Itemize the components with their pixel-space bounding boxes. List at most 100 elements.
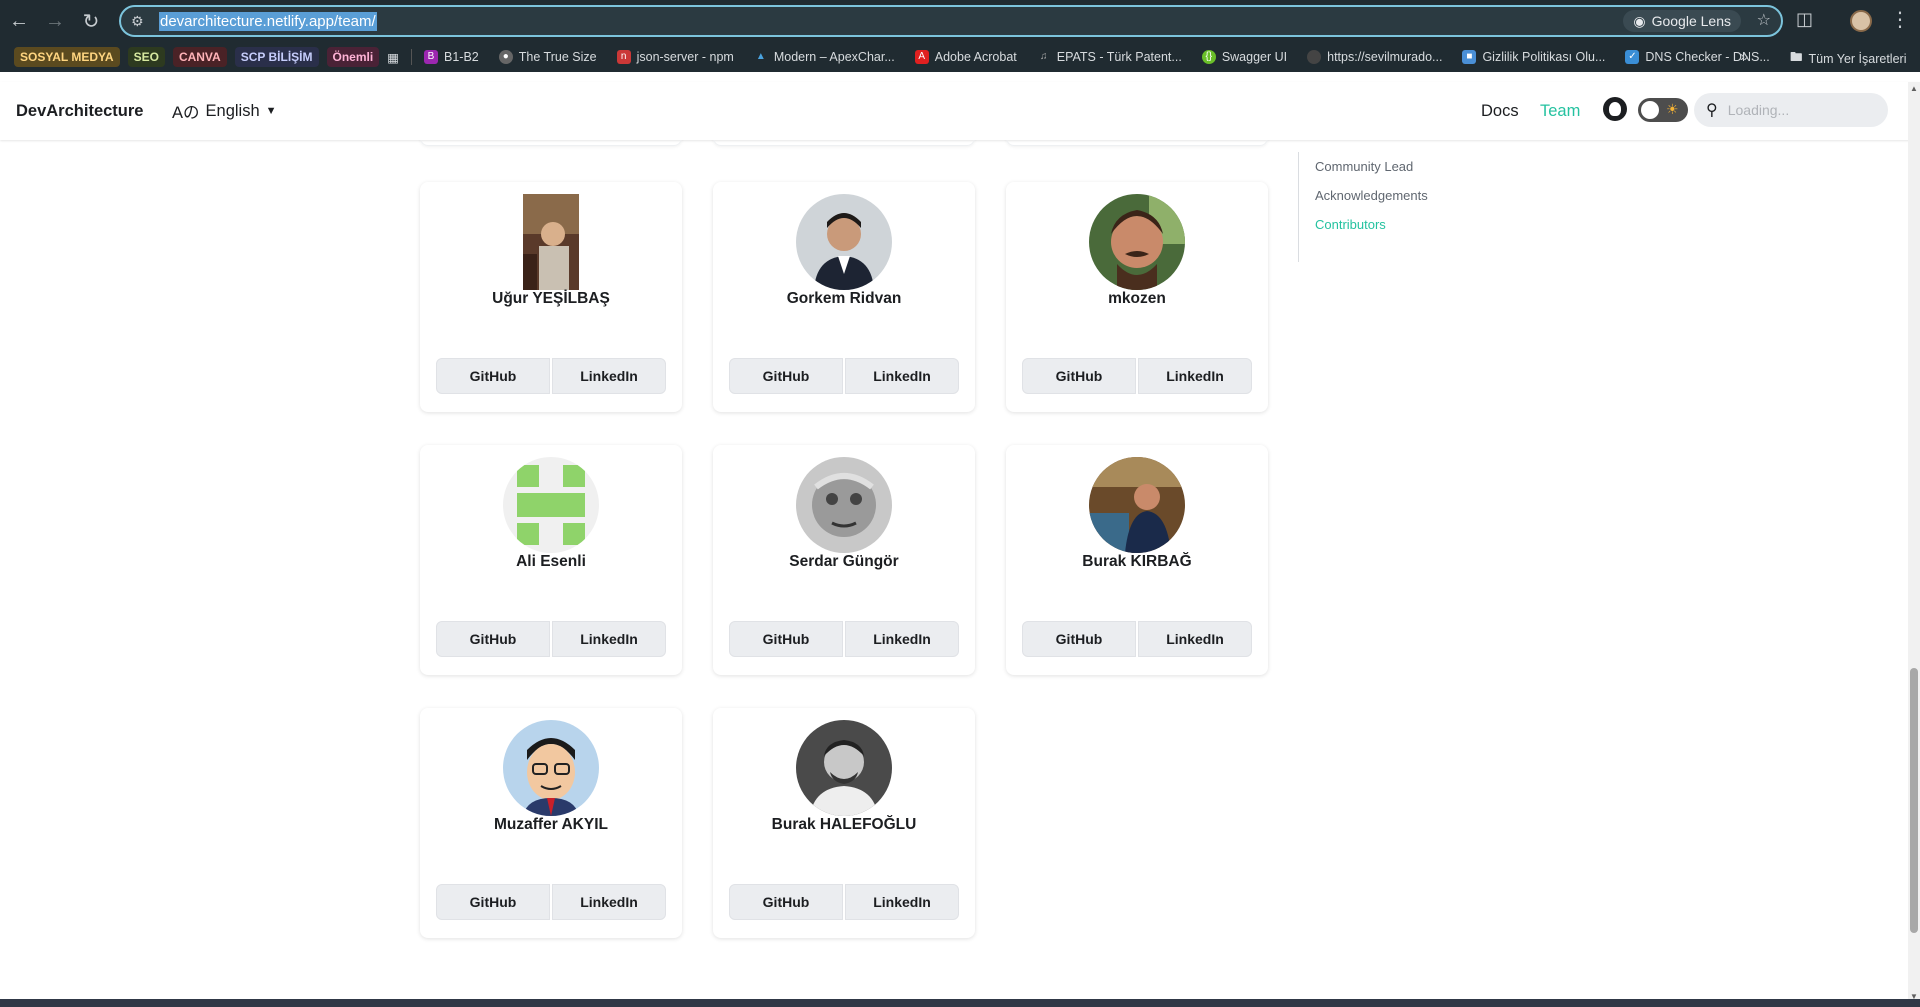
contributor-links: GitHub LinkedIn: [436, 621, 666, 657]
bookmark-item[interactable]: A Adobe Acrobat: [914, 50, 1017, 64]
github-button[interactable]: GitHub: [436, 884, 550, 920]
menu-dots-icon[interactable]: ⋮: [1890, 7, 1910, 32]
linkedin-button[interactable]: LinkedIn: [552, 358, 666, 394]
github-button[interactable]: GitHub: [729, 621, 843, 657]
more-bookmarks-icon[interactable]: »: [1740, 48, 1748, 65]
apps-grid-icon[interactable]: ▦: [387, 50, 399, 65]
nav-team-link[interactable]: Team: [1540, 102, 1580, 121]
contributor-links: GitHub LinkedIn: [1022, 358, 1252, 394]
avatar: [796, 720, 892, 816]
theme-toggle[interactable]: ☀: [1638, 98, 1688, 122]
avatar: [1089, 457, 1185, 553]
contributor-name: Gorkem Ridvan: [786, 290, 902, 307]
avatar: [1089, 194, 1185, 290]
previous-card-edge: [420, 140, 682, 146]
contributor-card: Gorkem Ridvan GitHub LinkedIn: [713, 182, 975, 412]
bookmark-item[interactable]: ♫ EPATS - Türk Patent...: [1037, 50, 1182, 64]
bookmark-item[interactable]: {} Swagger UI: [1201, 50, 1287, 64]
lens-icon: ◉: [1633, 12, 1646, 29]
url-text[interactable]: devarchitecture.netlify.app/team/: [159, 11, 377, 31]
address-bar[interactable]: ⚙ devarchitecture.netlify.app/team/ ◉ Go…: [119, 5, 1783, 37]
contributor-links: GitHub LinkedIn: [729, 621, 959, 657]
contributor-links: GitHub LinkedIn: [436, 884, 666, 920]
github-button[interactable]: GitHub: [1022, 358, 1136, 394]
all-bookmarks-folder[interactable]: 🖿 Tüm Yer İşaretleri: [1790, 48, 1906, 69]
language-label: English: [205, 101, 260, 120]
contributor-name: Burak HALEFOĞLU: [771, 816, 917, 833]
github-button[interactable]: GitHub: [436, 358, 550, 394]
google-lens-button[interactable]: ◉ Google Lens: [1623, 10, 1741, 32]
search-icon: ⚲: [1706, 102, 1718, 119]
sun-icon: ☀: [1666, 101, 1679, 117]
bookmark-item[interactable]: B B1-B2: [424, 50, 479, 64]
bookmark-item[interactable]: ▲ Modern – ApexChar...: [754, 50, 895, 64]
caret-down-icon: ▼: [265, 105, 277, 117]
scroll-thumb[interactable]: [1910, 668, 1918, 933]
bookmark-b-icon: B: [424, 50, 439, 64]
previous-card-edge: [1006, 140, 1268, 146]
avatar: [796, 457, 892, 553]
search-box[interactable]: ⚲: [1694, 93, 1888, 127]
brand-logo-link[interactable]: DevArchitecture: [16, 102, 143, 121]
scroll-up-arrow-icon[interactable]: ▲: [1910, 84, 1918, 93]
contributor-links: GitHub LinkedIn: [729, 884, 959, 920]
contributor-card: Serdar Güngör GitHub LinkedIn: [713, 445, 975, 675]
bookmarks-bar: SOSYAL MEDYA SEO CANVA SCP BİLİŞİM Öneml…: [0, 42, 1920, 72]
nav-docs-link[interactable]: Docs: [1481, 102, 1519, 121]
bookmark-item[interactable]: ● The True Size: [498, 50, 597, 64]
bookmark-folder-seo[interactable]: SEO: [127, 47, 165, 67]
contributor-name: Muzaffer AKYIL: [494, 816, 608, 833]
contributor-card: mkozen GitHub LinkedIn: [1006, 182, 1268, 412]
bookmark-folder-onemli[interactable]: Önemli: [326, 47, 380, 67]
toggle-knob: [1641, 101, 1659, 119]
toc-item-contributors[interactable]: Contributors: [1315, 210, 1428, 239]
language-dropdown[interactable]: Aの English ▼: [172, 99, 277, 123]
avatar: [796, 194, 892, 290]
contributor-card: Uğur YEŞİLBAŞ GitHub LinkedIn: [420, 182, 682, 412]
epats-icon: ♫: [1040, 51, 1048, 62]
shield-icon: ✓: [1625, 50, 1640, 64]
bookmark-folder-canva[interactable]: CANVA: [172, 47, 227, 67]
extensions-icon[interactable]: ◫: [1796, 9, 1813, 30]
linkedin-button[interactable]: LinkedIn: [1138, 358, 1252, 394]
github-button[interactable]: GitHub: [729, 358, 843, 394]
contributor-name: mkozen: [1108, 290, 1166, 307]
apex-icon: ▲: [755, 51, 766, 62]
linkedin-button[interactable]: LinkedIn: [845, 884, 959, 920]
translate-icon: Aの: [172, 104, 200, 122]
bookmark-folder-sosyal[interactable]: SOSYAL MEDYA: [14, 47, 120, 67]
avatar: [503, 720, 599, 816]
linkedin-button[interactable]: LinkedIn: [552, 621, 666, 657]
bookmark-folder-scp[interactable]: SCP BİLİŞİM: [234, 47, 319, 67]
globe-icon: ●: [498, 50, 513, 64]
contributor-card: Muzaffer AKYIL GitHub LinkedIn: [420, 708, 682, 938]
bookmark-item[interactable]: ■ Gizlilik Politikası Olu...: [1462, 50, 1605, 64]
github-icon[interactable]: [1603, 97, 1627, 121]
page-scrollbar[interactable]: ▲ ▼: [1908, 82, 1920, 1007]
github-button[interactable]: GitHub: [729, 884, 843, 920]
linkedin-button[interactable]: LinkedIn: [1138, 621, 1252, 657]
contributor-name: Serdar Güngör: [789, 553, 899, 570]
github-button[interactable]: GitHub: [1022, 621, 1136, 657]
search-input[interactable]: [1727, 102, 1878, 118]
contributor-links: GitHub LinkedIn: [1022, 621, 1252, 657]
google-lens-label: Google Lens: [1651, 13, 1731, 29]
back-icon[interactable]: ←: [2, 4, 36, 38]
forward-icon[interactable]: →: [38, 4, 72, 38]
contributor-name: Uğur YEŞİLBAŞ: [492, 290, 610, 307]
linkedin-button[interactable]: LinkedIn: [845, 358, 959, 394]
bookmark-star-icon[interactable]: ☆: [1757, 10, 1771, 30]
toc-item-community-lead[interactable]: Community Lead: [1315, 152, 1428, 181]
linkedin-button[interactable]: LinkedIn: [845, 621, 959, 657]
profile-avatar[interactable]: [1850, 10, 1872, 32]
bookmark-item[interactable]: n json-server - npm: [616, 50, 734, 64]
contributor-links: GitHub LinkedIn: [436, 358, 666, 394]
bookmark-item[interactable]: https://sevilmurado...: [1307, 50, 1442, 64]
contributor-card: Ali Esenli GitHub LinkedIn: [420, 445, 682, 675]
site-info-icon[interactable]: ⚙: [131, 13, 153, 30]
toc-item-acknowledgements[interactable]: Acknowledgements: [1315, 181, 1428, 210]
github-button[interactable]: GitHub: [436, 621, 550, 657]
folder-icon: 🖿: [1790, 50, 1803, 64]
linkedin-button[interactable]: LinkedIn: [552, 884, 666, 920]
reload-icon[interactable]: ↻: [74, 4, 108, 38]
